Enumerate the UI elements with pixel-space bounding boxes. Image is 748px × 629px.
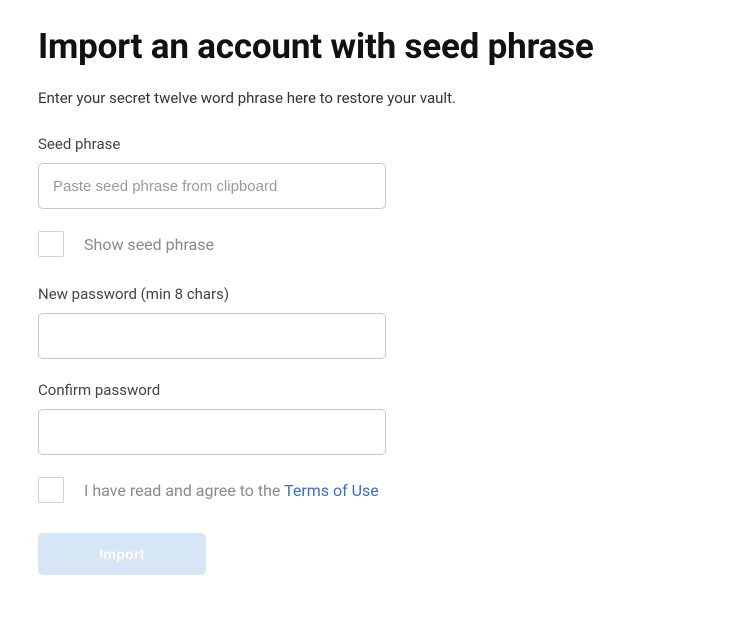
confirm-password-label: Confirm password bbox=[38, 381, 710, 399]
seed-phrase-group: Seed phrase bbox=[38, 135, 710, 209]
import-button[interactable]: Import bbox=[38, 533, 206, 575]
confirm-password-group: Confirm password bbox=[38, 381, 710, 455]
terms-label: I have read and agree to the Terms of Us… bbox=[84, 481, 379, 500]
show-seed-label: Show seed phrase bbox=[84, 235, 214, 254]
page-subtitle: Enter your secret twelve word phrase her… bbox=[38, 89, 710, 107]
terms-prefix: I have read and agree to the bbox=[84, 481, 284, 500]
terms-of-use-link[interactable]: Terms of Use bbox=[284, 481, 379, 500]
seed-phrase-label: Seed phrase bbox=[38, 135, 710, 153]
page-title: Import an account with seed phrase bbox=[38, 26, 710, 67]
terms-checkbox[interactable] bbox=[38, 477, 64, 503]
show-seed-row: Show seed phrase bbox=[38, 231, 710, 257]
seed-phrase-input[interactable] bbox=[38, 163, 386, 209]
confirm-password-input[interactable] bbox=[38, 409, 386, 455]
new-password-input[interactable] bbox=[38, 313, 386, 359]
show-seed-checkbox[interactable] bbox=[38, 231, 64, 257]
terms-row: I have read and agree to the Terms of Us… bbox=[38, 477, 710, 503]
new-password-label: New password (min 8 chars) bbox=[38, 285, 710, 303]
new-password-group: New password (min 8 chars) bbox=[38, 285, 710, 359]
